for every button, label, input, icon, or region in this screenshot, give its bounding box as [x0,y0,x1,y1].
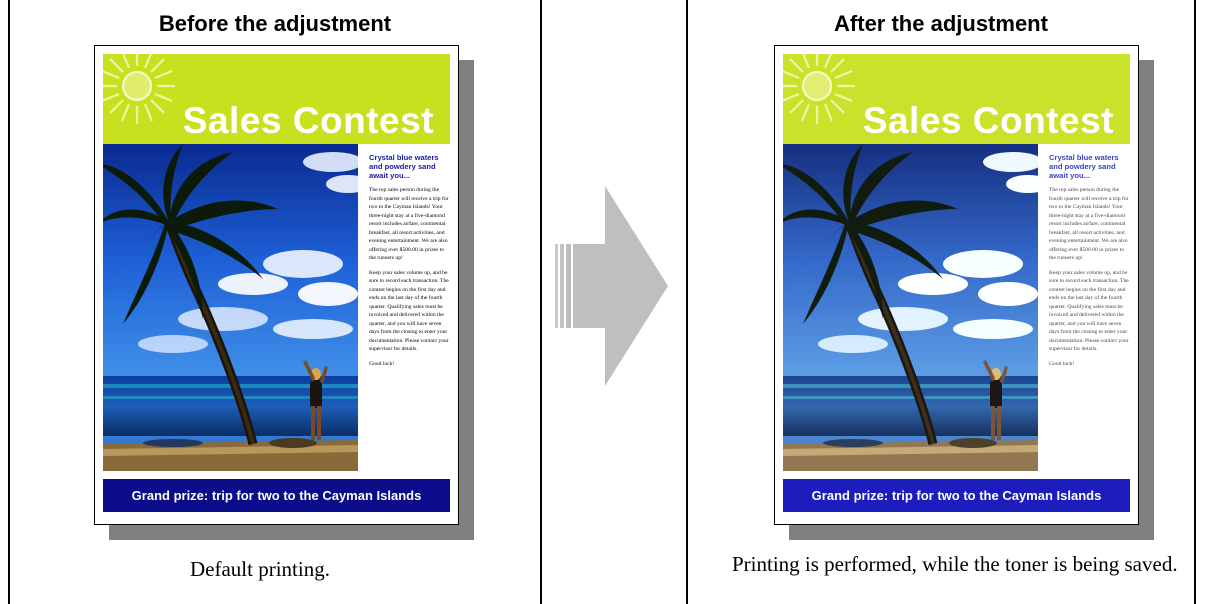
poster-sidebar: Crystal blue waters and powdery sand awa… [1038,144,1130,471]
beach-palm-photo [783,144,1038,471]
poster-banner: Sales Contest [103,54,450,144]
prize-bar: Grand prize: trip for two to the Cayman … [783,479,1130,512]
poster-photo [783,144,1038,471]
sidebar-heading: Crystal blue waters and powdery sand awa… [369,153,439,180]
beach-palm-photo [103,144,358,471]
poster-page: Sales Contest Crystal blue waters and po… [774,45,1139,525]
sidebar-closing: Good luck! [1049,360,1075,367]
right-arrow-icon [555,186,668,386]
sidebar-closing: Good luck! [369,360,395,367]
sidebar-paragraph-1: The top sales person during the fourth q… [1049,187,1129,261]
after-panel: After the adjustment Sales Contest Cryst… [686,0,1196,604]
sidebar-heading: Crystal blue waters and powdery sand awa… [1049,153,1119,180]
sun-icon [783,54,857,126]
sun-icon [103,54,177,126]
poster-photo [103,144,358,471]
poster-sidebar: Crystal blue waters and powdery sand awa… [358,144,450,471]
sidebar-paragraph-2: Keep your sales volume up, and be sure t… [1049,269,1129,353]
after-caption: Printing is performed, while the toner i… [732,552,1178,576]
sidebar-paragraph-1: The top sales person during the fourth q… [369,187,449,261]
poster-page: Sales Contest Crystal blue waters and po… [94,45,459,525]
poster-banner: Sales Contest [783,54,1130,144]
after-poster: Sales Contest Crystal blue waters and po… [774,45,1154,540]
poster-headline: Sales Contest [862,100,1114,141]
before-poster: Sales Contest Crystal blue waters and po… [94,45,474,540]
before-caption: Default printing. [190,557,330,581]
before-title: Before the adjustment [158,11,392,36]
after-title: After the adjustment [834,11,1048,36]
before-panel: Before the adjustment Sales Contest Crys… [8,0,542,604]
prize-bar: Grand prize: trip for two to the Cayman … [103,479,450,512]
sidebar-paragraph-2: Keep your sales volume up, and be sure t… [369,269,449,353]
poster-headline: Sales Contest [182,100,434,141]
